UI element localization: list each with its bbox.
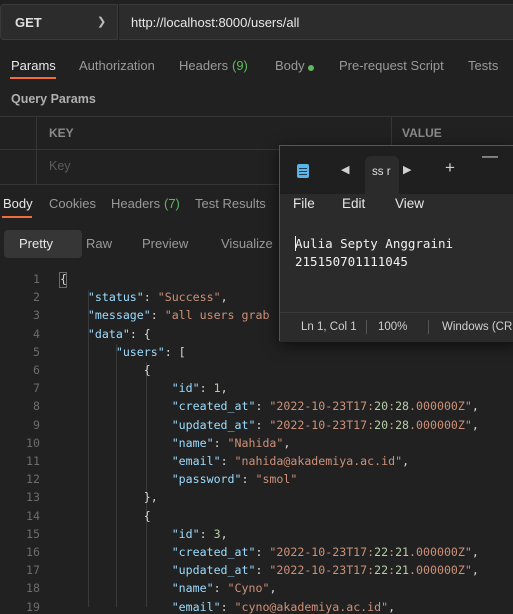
tab-authorization[interactable]: Authorization [79,58,155,73]
line-number: 15 [26,526,40,541]
code-line: { [60,272,67,286]
body-indicator-dot [308,65,314,71]
headers-count-badge: (9) [232,58,248,73]
query-params-title: Query Params [11,92,96,106]
request-bar: GET ❯ http://localhost:8000/users/all [0,0,513,46]
line-number: 5 [33,344,40,359]
code-line: "created_at": "2022-10-23T17:22:21.00000… [171,545,479,559]
notepad-app-icon-line [299,171,307,172]
visualize-button[interactable]: Visualize [221,236,273,251]
line-number: 13 [26,490,40,505]
status-divider [366,320,367,334]
menu-edit[interactable]: Edit [342,196,365,211]
code-line: { [60,363,151,377]
tab-tests[interactable]: Tests [468,58,498,73]
line-number: 17 [26,563,40,578]
line-number: 14 [26,508,40,523]
raw-button[interactable]: Raw [86,236,112,251]
line-number: 6 [33,363,40,377]
tab-response-headers[interactable]: Headers [111,196,160,211]
text-cursor [295,236,296,251]
code-line: "updated_at": "2022-10-23T17:20:28.00000… [171,417,479,432]
line-number: 8 [33,399,40,414]
status-divider [428,320,429,334]
code-line: "status": "Success", [87,290,228,305]
code-line: "password": "smol" [171,472,298,487]
line-number: 2 [33,290,40,305]
active-tab-underline [10,77,56,79]
column-header-key: KEY [49,126,74,140]
notepad-text-area[interactable]: Aulia Septy Anggraini 215150701111045 [295,235,453,271]
line-number: 18 [26,581,40,596]
code-line: "message": "all users grab [87,308,270,323]
code-line: "email": "nahida@akademiya.ac.id", [171,454,410,468]
code-line: "updated_at": "2022-10-23T17:22:21.00000… [171,563,479,578]
pretty-label: Pretty [19,236,53,251]
line-number: 10 [26,435,40,450]
tab-body[interactable]: Body [275,58,305,73]
code-line: }, [60,490,158,505]
line-number: 12 [26,472,40,487]
notepad-window[interactable]: ◀ ss r ▶ + — File Edit View Aulia Septy … [279,145,513,342]
table-divider [36,117,37,185]
tab-cookies[interactable]: Cookies [49,196,96,211]
status-cursor-position: Ln 1, Col 1 [301,321,357,333]
chevron-down-icon: ❯ [97,16,107,28]
tab-response-body[interactable]: Body [3,196,33,211]
code-line: "id": 1, [171,381,228,396]
column-header-value: VALUE [402,126,442,140]
line-number: 4 [33,326,40,341]
notepad-status-bar: Ln 1, Col 1 100% Windows (CR [280,312,513,342]
url-text: http://localhost:8000/users/all [131,15,300,30]
notepad-app-icon-line [299,168,307,169]
menu-file[interactable]: File [293,196,315,211]
request-tabs: Params Authorization Headers (9) Body Pr… [0,50,513,84]
tab-test-results[interactable]: Test Results [195,196,266,211]
code-line: "id": 3, [171,526,228,541]
tab-params[interactable]: Params [11,58,56,73]
status-zoom: 100% [378,321,408,333]
code-line: "created_at": "2022-10-23T17:20:28.00000… [171,399,479,414]
code-line: "name": "Cyno", [171,581,277,596]
code-line: { [60,508,151,523]
minimize-icon[interactable]: — [482,148,498,166]
key-input[interactable]: Key [49,159,71,173]
tab-scroll-right-icon[interactable]: ▶ [403,163,411,176]
line-number: 3 [33,308,40,323]
tab-pre-request-script[interactable]: Pre-request Script [339,58,444,73]
response-headers-count-badge: (7) [164,196,180,211]
menu-view[interactable]: View [395,196,424,211]
code-line: "name": "Nahida", [171,435,291,450]
tab-scroll-left-icon[interactable]: ◀ [341,163,349,176]
code-line: "users": [ [115,344,186,359]
line-number: 7 [33,381,40,396]
url-input[interactable]: http://localhost:8000/users/all [119,4,513,40]
notepad-tab-label: ss r [372,166,391,178]
line-number: 9 [33,417,40,432]
line-number: 16 [26,545,40,559]
notepad-app-icon-line [299,174,307,175]
method-select[interactable]: GET ❯ [0,4,118,40]
line-number: 1 [33,272,40,286]
active-tab-underline [2,216,32,218]
tab-headers[interactable]: Headers [179,58,228,73]
code-line: "data": { [87,326,151,341]
preview-button[interactable]: Preview [142,236,188,251]
notepad-tab[interactable]: ss r [365,156,399,194]
new-tab-icon[interactable]: + [445,158,455,178]
status-line-ending: Windows (CR [442,321,513,333]
method-label: GET [15,15,42,30]
notepad-titlebar: ◀ ss r ▶ + — [280,146,513,194]
line-number: 11 [26,454,40,468]
